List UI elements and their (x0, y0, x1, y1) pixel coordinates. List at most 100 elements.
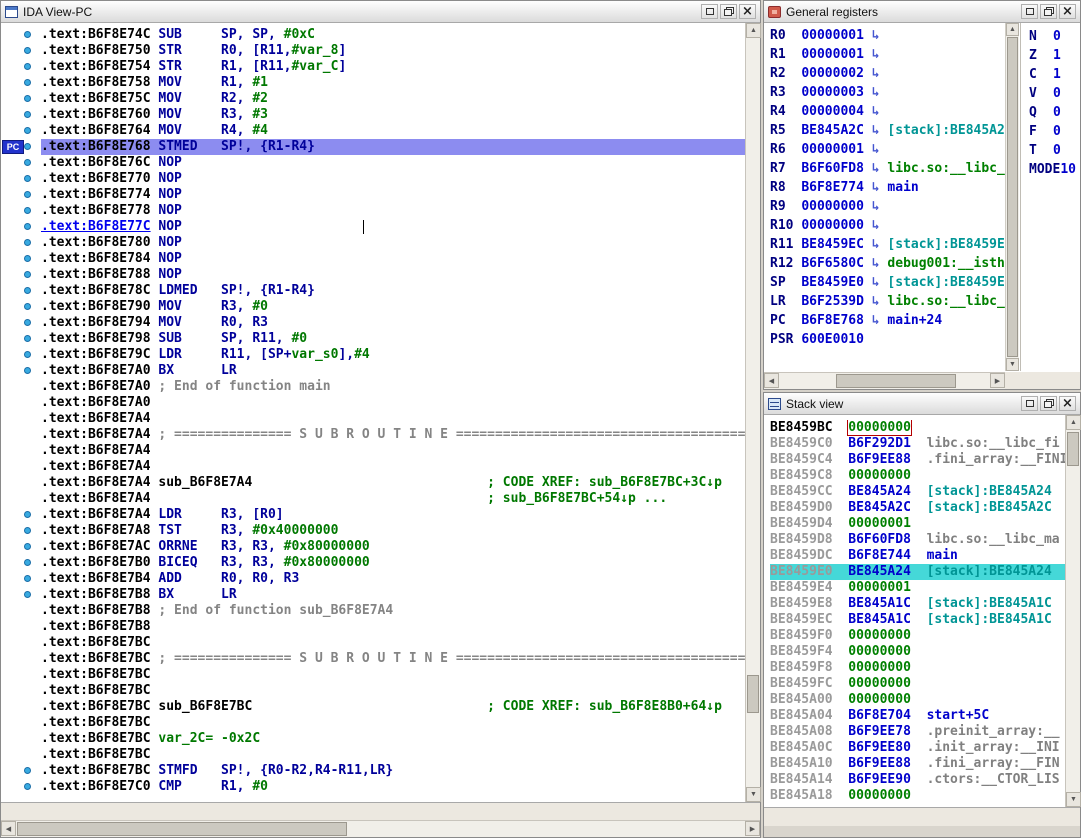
stack-row[interactable]: BE8459C8 00000000 (770, 468, 1065, 484)
maximize-button[interactable] (701, 4, 718, 19)
stack-row[interactable]: BE8459F0 00000000 (770, 628, 1065, 644)
disasm-line[interactable]: .text:B6F8E788 NOP (1, 267, 745, 283)
registers-vscroll-thumb[interactable] (1007, 37, 1018, 357)
jump-arrow-icon[interactable]: ↳ (864, 199, 887, 214)
disasm-line[interactable]: .text:B6F8E7BC (1, 715, 745, 731)
register-row[interactable]: R1 00000001 ↳ (770, 47, 1005, 66)
stack-row[interactable]: BE8459E0 BE845A24 [stack]:BE845A24 (770, 564, 1065, 580)
scroll-left-button[interactable]: ◀ (764, 373, 779, 388)
disasm-line[interactable]: .text:B6F8E7BC (1, 635, 745, 651)
disasm-line[interactable]: .text:B6F8E758 MOV R1, #1 (1, 75, 745, 91)
disasm-line[interactable]: .text:B6F8E7B4 ADD R0, R0, R3 (1, 571, 745, 587)
stack-row[interactable]: BE8459F8 00000000 (770, 660, 1065, 676)
jump-arrow-icon[interactable]: ↳ (864, 275, 887, 290)
disasm-line[interactable]: .text:B6F8E774 NOP (1, 187, 745, 203)
disasm-line[interactable]: .text:B6F8E760 MOV R3, #3 (1, 107, 745, 123)
jump-arrow-icon[interactable]: ↳ (864, 237, 887, 252)
jump-arrow-icon[interactable]: ↳ (864, 123, 887, 138)
disasm-line[interactable]: .text:B6F8E7BC STMFD SP!, {R0-R2,R4-R11,… (1, 763, 745, 779)
disasm-line[interactable]: .text:B6F8E74C SUB SP, SP, #0xC (1, 27, 745, 43)
scroll-up-button[interactable]: ▲ (746, 23, 761, 38)
scroll-down-button[interactable]: ▼ (746, 787, 761, 802)
jump-arrow-icon[interactable]: ↳ (864, 313, 887, 328)
register-row[interactable]: R0 00000001 ↳ (770, 28, 1005, 47)
stack-row[interactable]: BE8459F4 00000000 (770, 644, 1065, 660)
stack-vscroll-thumb[interactable] (1067, 432, 1079, 466)
scroll-up-button[interactable]: ▲ (1006, 23, 1019, 36)
register-row[interactable]: SP BE8459E0 ↳ [stack]:BE8459E0 (770, 275, 1005, 294)
disasm-line[interactable]: .text:B6F8E7A4 ; =============== S U B R… (1, 427, 745, 443)
stack-row[interactable]: BE8459D0 BE845A2C [stack]:BE845A2C (770, 500, 1065, 516)
stack-row[interactable]: BE8459E8 BE845A1C [stack]:BE845A1C (770, 596, 1065, 612)
close-button[interactable]: × (1059, 396, 1076, 411)
scroll-up-button[interactable]: ▲ (1066, 415, 1081, 430)
scroll-right-button[interactable]: ▶ (990, 373, 1005, 388)
flag-row[interactable]: V0 (1029, 86, 1080, 105)
flag-row[interactable]: T0 (1029, 143, 1080, 162)
jump-arrow-icon[interactable]: ↳ (864, 142, 887, 157)
flag-row[interactable]: N0 (1029, 29, 1080, 48)
disasm-line[interactable]: .text:B6F8E794 MOV R0, R3 (1, 315, 745, 331)
register-row[interactable]: PC B6F8E768 ↳ main+24 (770, 313, 1005, 332)
disasm-line[interactable]: .text:B6F8E7A8 TST R3, #0x40000000 (1, 523, 745, 539)
disasm-line[interactable]: .text:B6F8E7BC var_2C= -0x2C (1, 731, 745, 747)
scroll-down-button[interactable]: ▼ (1066, 792, 1081, 807)
disasm-line[interactable]: .text:B6F8E7A4 ; sub_B6F8E7BC+54↓p ... (1, 491, 745, 507)
stack-row[interactable]: BE845A14 B6F9EE90 .ctors:__CTOR_LIS (770, 772, 1065, 788)
disasm-line[interactable]: .text:B6F8E7BC ; =============== S U B R… (1, 651, 745, 667)
register-row[interactable]: R2 00000002 ↳ (770, 66, 1005, 85)
disasm-line[interactable]: .text:B6F8E784 NOP (1, 251, 745, 267)
jump-arrow-icon[interactable]: ↳ (864, 218, 887, 233)
close-button[interactable]: × (739, 4, 756, 19)
scroll-down-button[interactable]: ▼ (1006, 358, 1019, 371)
disasm-line[interactable]: .text:B6F8E7A4 LDR R3, [R0] (1, 507, 745, 523)
register-row[interactable]: R12 B6F6580C ↳ debug001:__isthre (770, 256, 1005, 275)
disasm-line[interactable]: .text:B6F8E7BC (1, 683, 745, 699)
flag-row[interactable]: C1 (1029, 67, 1080, 86)
disasm-line[interactable]: .text:B6F8E754 STR R1, [R11,#var_C] (1, 59, 745, 75)
stack-row[interactable]: BE8459D8 B6F60FD8 libc.so:__libc_ma (770, 532, 1065, 548)
disasm-line[interactable]: .text:B6F8E770 NOP (1, 171, 745, 187)
flag-row[interactable]: MODE 10 (1029, 162, 1080, 181)
register-rows[interactable]: R0 00000001 ↳ R1 00000001 ↳ R2 00000002 … (764, 23, 1005, 371)
disasm-line[interactable]: .text:B6F8E780 NOP (1, 235, 745, 251)
disasm-line[interactable]: .text:B6F8E7AC ORRNE R3, R3, #0x80000000 (1, 539, 745, 555)
disasm-line[interactable]: .text:B6F8E7A4 (1, 459, 745, 475)
disasm-line[interactable]: .text:B6F8E7B8 BX LR (1, 587, 745, 603)
register-row[interactable]: R11 BE8459EC ↳ [stack]:BE8459EC (770, 237, 1005, 256)
float-button[interactable] (720, 4, 737, 19)
register-row[interactable]: R3 00000003 ↳ (770, 85, 1005, 104)
jump-arrow-icon[interactable]: ↳ (864, 161, 887, 176)
disasm-line[interactable]: .text:B6F8E79C LDR R11, [SP+var_s0],#4 (1, 347, 745, 363)
disasm-line[interactable]: .text:B6F8E764 MOV R4, #4 (1, 123, 745, 139)
disasm-line[interactable]: .text:B6F8E7B0 BICEQ R3, R3, #0x80000000 (1, 555, 745, 571)
scroll-right-button[interactable]: ▶ (745, 821, 760, 836)
stack-row[interactable]: BE8459E4 00000001 (770, 580, 1065, 596)
disasm-line[interactable]: .text:B6F8E7A4 sub_B6F8E7A4 ; CODE XREF:… (1, 475, 745, 491)
stack-rows[interactable]: BE8459BC 00000000 BE8459C0 B6F292D1 libc.… (764, 415, 1065, 807)
register-row[interactable]: R4 00000004 ↳ (770, 104, 1005, 123)
registers-titlebar[interactable]: General registers × (764, 1, 1080, 23)
stack-row[interactable]: BE8459BC 00000000 (770, 420, 1065, 436)
disasm-line[interactable]: .text:B6F8E7BC sub_B6F8E7BC ; CODE XREF:… (1, 699, 745, 715)
jump-arrow-icon[interactable]: ↳ (864, 294, 887, 309)
ida-view-titlebar[interactable]: IDA View-PC × (1, 1, 760, 23)
flag-row[interactable]: Z1 (1029, 48, 1080, 67)
disasm-line[interactable]: .text:B6F8E7C0 CMP R1, #0 (1, 779, 745, 795)
disasm-line[interactable]: .text:B6F8E7A4 (1, 443, 745, 459)
disasm-line[interactable]: .text:B6F8E76C NOP (1, 155, 745, 171)
stack-row[interactable]: BE845A04 B6F8E704 start+5C (770, 708, 1065, 724)
stack-row[interactable]: BE8459CC BE845A24 [stack]:BE845A24 (770, 484, 1065, 500)
jump-arrow-icon[interactable]: ↳ (864, 180, 887, 195)
disasm-line[interactable]: .text:B6F8E768 STMED SP!, {R1-R4} (1, 139, 745, 155)
disasm-line[interactable]: .text:B6F8E7A4 (1, 411, 745, 427)
stack-row[interactable]: BE8459FC 00000000 (770, 676, 1065, 692)
stack-row[interactable]: BE845A08 B6F9EE78 .preinit_array:__ (770, 724, 1065, 740)
stack-row[interactable]: BE8459C0 B6F292D1 libc.so:__libc_fi (770, 436, 1065, 452)
disasm-line[interactable]: .text:B6F8E798 SUB SP, R11, #0 (1, 331, 745, 347)
disasm-line[interactable]: .text:B6F8E7BC (1, 667, 745, 683)
stack-row[interactable]: BE845A00 00000000 (770, 692, 1065, 708)
disasm-line[interactable]: .text:B6F8E7B8 (1, 619, 745, 635)
register-row[interactable]: R7 B6F60FD8 ↳ libc.so:__libc_ma (770, 161, 1005, 180)
disasm-line[interactable]: .text:B6F8E75C MOV R2, #2 (1, 91, 745, 107)
